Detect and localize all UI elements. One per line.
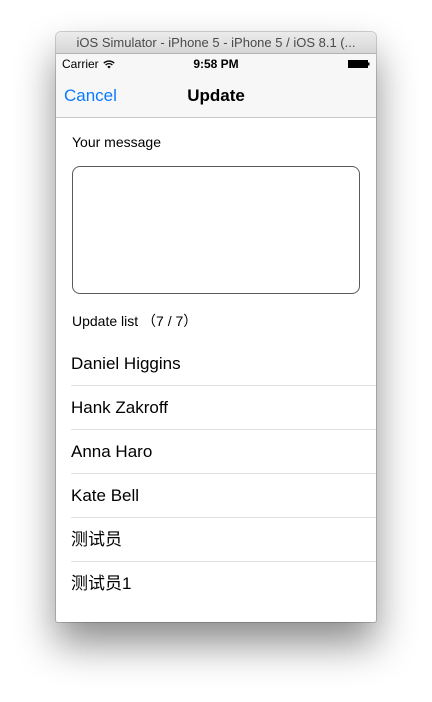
message-textarea[interactable]	[72, 166, 360, 294]
list-item[interactable]: Anna Haro	[56, 430, 376, 474]
battery-icon	[348, 60, 370, 68]
list-item[interactable]: Kate Bell	[56, 474, 376, 518]
list-item[interactable]: 测试员1	[56, 562, 376, 606]
status-time: 9:58 PM	[193, 57, 239, 71]
window-title: iOS Simulator - iPhone 5 - iPhone 5 / iO…	[56, 32, 376, 54]
list-item[interactable]: Hank Zakroff	[56, 386, 376, 430]
list-item[interactable]: 测试员	[56, 518, 376, 562]
list-item[interactable]: Daniel Higgins	[56, 342, 376, 386]
status-bar: Carrier 9:58 PM	[56, 54, 376, 74]
page-title: Update	[187, 86, 245, 105]
update-list: Daniel Higgins Hank Zakroff Anna Haro Ka…	[56, 342, 376, 606]
message-label: Your message	[72, 134, 161, 150]
update-list-label: Update list （7 / 7）	[72, 313, 198, 329]
navigation-bar: Cancel Update	[56, 74, 376, 118]
simulator-window: iOS Simulator - iPhone 5 - iPhone 5 / iO…	[56, 32, 376, 622]
